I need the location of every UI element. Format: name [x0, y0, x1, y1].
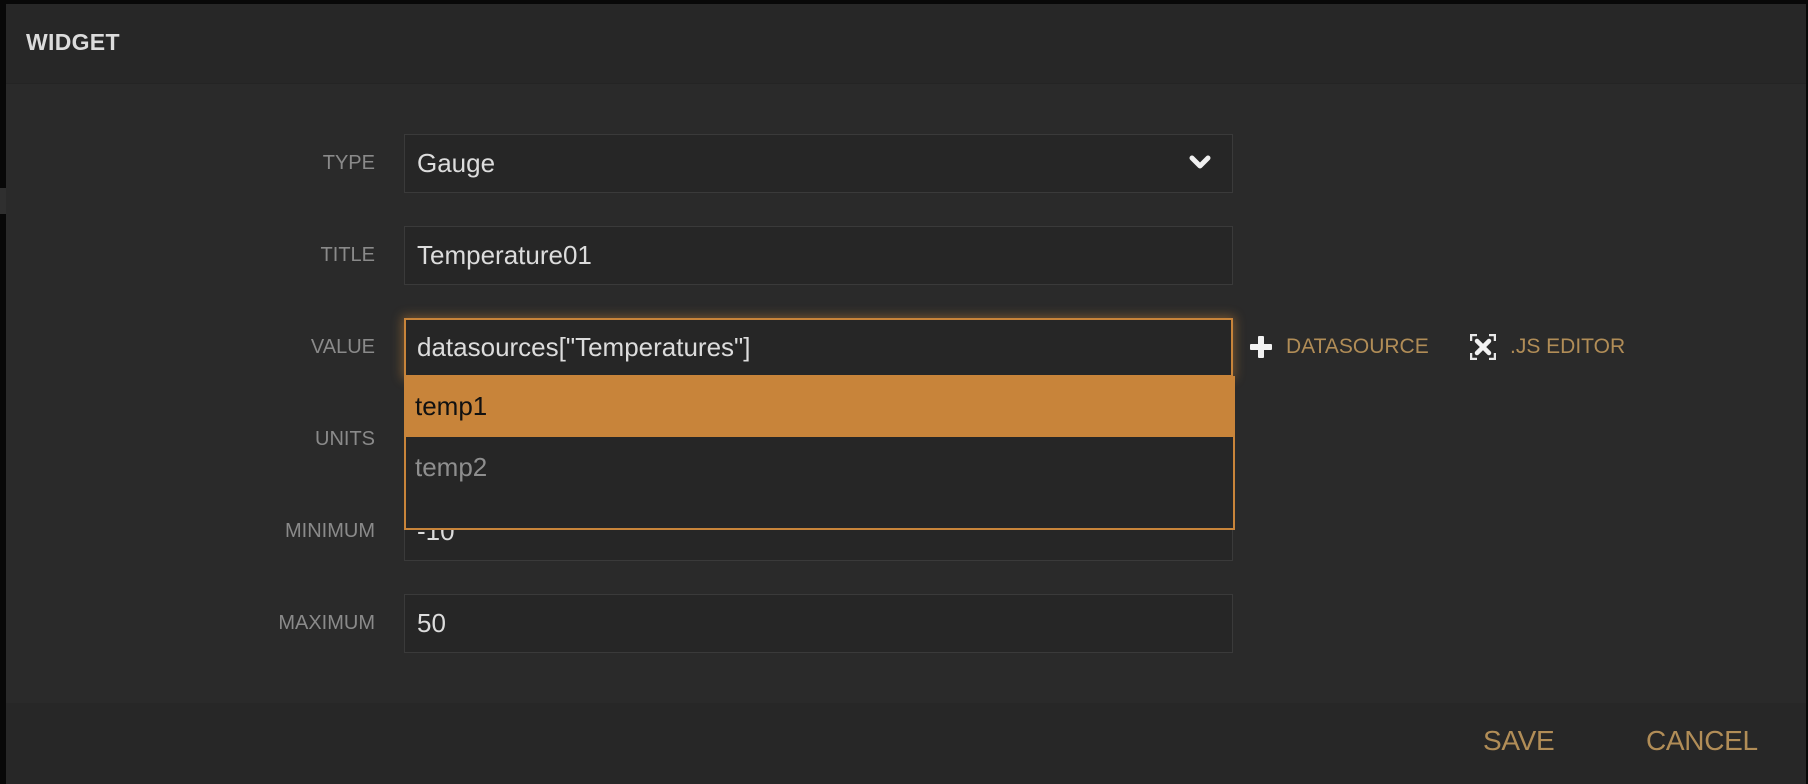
- title-input-value: Temperature01: [417, 240, 592, 270]
- minimum-label: MINIMUM: [285, 520, 375, 542]
- type-select[interactable]: Gauge: [404, 134, 1233, 193]
- maximum-input[interactable]: 50: [404, 594, 1233, 653]
- value-input-value: datasources["Temperatures"]: [417, 332, 751, 362]
- type-select-value: Gauge: [417, 148, 496, 178]
- units-label: UNITS: [315, 428, 375, 450]
- chevron-down-icon: [1189, 155, 1211, 169]
- js-editor-button[interactable]: .JS EDITOR: [1470, 318, 1625, 375]
- maximum-row: MAXIMUM 50: [6, 594, 1806, 653]
- expand-icon: [1470, 333, 1496, 360]
- title-input[interactable]: Temperature01: [404, 226, 1233, 285]
- title-row: TITLE Temperature01: [6, 226, 1806, 285]
- value-input[interactable]: datasources["Temperatures"]: [404, 318, 1233, 377]
- save-button[interactable]: SAVE: [1483, 725, 1555, 757]
- value-row: VALUE datasources["Temperatures"] DATASO…: [6, 318, 1806, 377]
- autocomplete-item[interactable]: temp1: [406, 376, 1233, 437]
- maximum-input-value: 50: [417, 608, 446, 638]
- add-datasource-label: DATASOURCE: [1286, 334, 1429, 358]
- type-row: TYPE Gauge: [6, 134, 1806, 193]
- dialog-footer: SAVE CANCEL: [6, 703, 1806, 784]
- autocomplete-item[interactable]: temp2: [406, 437, 1233, 498]
- cancel-button[interactable]: CANCEL: [1646, 725, 1758, 757]
- value-autocomplete-list: temp1 temp2: [404, 376, 1235, 530]
- title-label: TITLE: [320, 244, 375, 266]
- value-label: VALUE: [310, 336, 375, 358]
- add-datasource-button[interactable]: DATASOURCE: [1250, 318, 1429, 375]
- dialog-title: WIDGET: [26, 29, 120, 55]
- maximum-label: MAXIMUM: [278, 612, 375, 634]
- js-editor-label: .JS EDITOR: [1510, 334, 1626, 358]
- type-label: TYPE: [322, 152, 375, 174]
- plus-icon: [1250, 335, 1272, 358]
- widget-dialog: WIDGET TYPE Gauge TITLE Temperature01 VA…: [6, 4, 1806, 784]
- dialog-header: WIDGET: [6, 4, 1806, 84]
